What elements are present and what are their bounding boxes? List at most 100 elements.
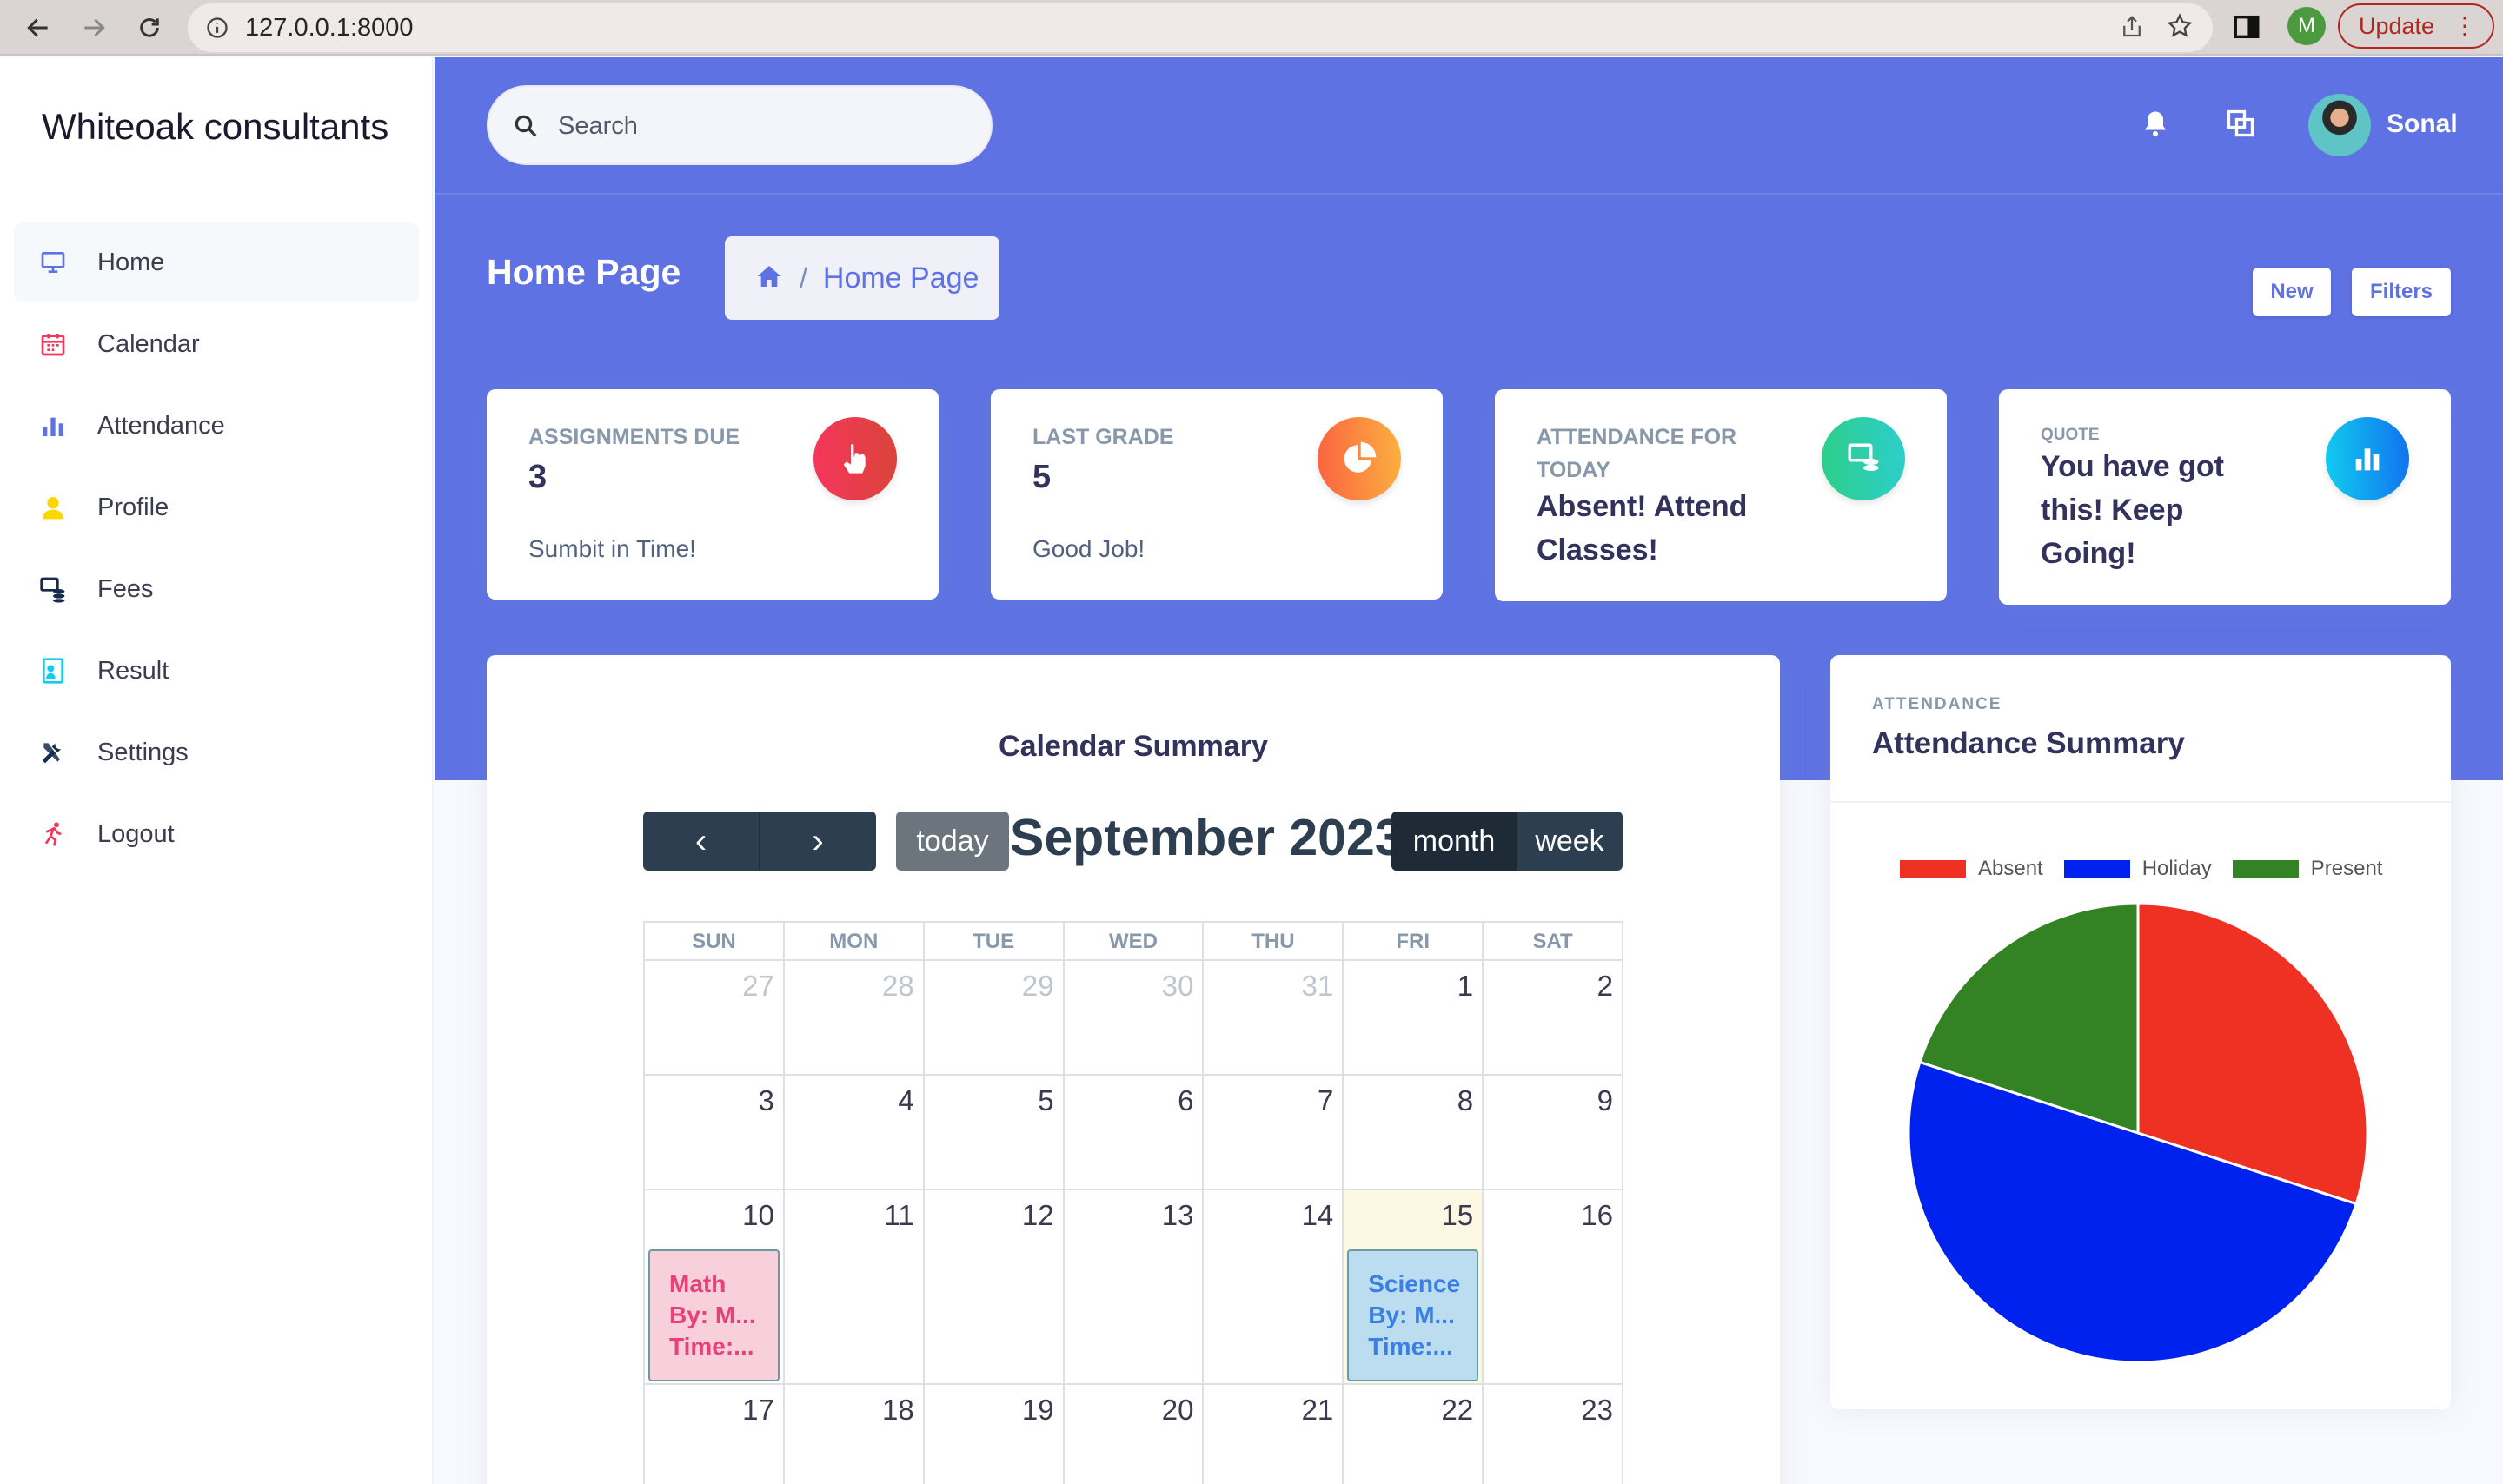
sidebar-item-profile[interactable]: Profile: [14, 467, 419, 547]
calendar-day[interactable]: 12: [925, 1190, 1065, 1383]
legend-item[interactable]: Present: [2232, 857, 2383, 881]
sidebar-item-result[interactable]: Result: [14, 631, 419, 711]
today-button[interactable]: today: [896, 812, 1009, 871]
breadcrumb-item[interactable]: Home Page: [823, 262, 979, 295]
sidebar-item-attendance[interactable]: Attendance: [14, 386, 419, 466]
search-input[interactable]: [558, 104, 958, 148]
clone-icon[interactable]: [2225, 108, 2256, 143]
day-number: 16: [1581, 1199, 1614, 1231]
calendar-day[interactable]: 23: [1484, 1385, 1622, 1484]
stat-card-attendance: Attendance for today Absent! Attend Clas…: [1495, 389, 1947, 601]
prev-month-button[interactable]: ‹: [643, 812, 760, 871]
weekday-label: SAT: [1532, 930, 1573, 953]
browser-profile-avatar[interactable]: M: [2287, 7, 2326, 45]
calendar-day[interactable]: 31: [1204, 961, 1344, 1074]
filters-button[interactable]: Filters: [2352, 268, 2451, 316]
update-button[interactable]: Update ⋮: [2338, 3, 2494, 49]
event-math[interactable]: Math By: M... Time:...: [648, 1249, 780, 1381]
event-time: Time:...: [669, 1333, 754, 1360]
day-number: 17: [742, 1394, 774, 1426]
calendar-day[interactable]: 5: [925, 1076, 1065, 1189]
money-check-icon: [1822, 417, 1905, 500]
calendar-day[interactable]: 10 Math By: M... Time:...: [645, 1190, 785, 1383]
legend-label: Absent: [1978, 857, 2043, 880]
calendar-day[interactable]: 21: [1204, 1385, 1344, 1484]
calendar-day[interactable]: 29: [925, 961, 1065, 1074]
day-number: 27: [742, 970, 774, 1002]
site-info-icon[interactable]: [205, 16, 229, 44]
stat-caption: Assignments Due: [528, 425, 740, 449]
calendar-day[interactable]: 2: [1484, 961, 1622, 1074]
calendar-day[interactable]: 19: [925, 1385, 1065, 1484]
reload-icon[interactable]: [127, 5, 172, 50]
calendar-day[interactable]: 11: [785, 1190, 925, 1383]
calendar-day[interactable]: 30: [1065, 961, 1205, 1074]
sidebar-item-label: Attendance: [97, 411, 225, 440]
search-icon: [513, 113, 539, 143]
day-number: 11: [884, 1199, 914, 1231]
day-number: 20: [1161, 1394, 1194, 1426]
month-view-button[interactable]: month: [1391, 812, 1517, 871]
weekday-label: MON: [785, 923, 925, 959]
bell-icon[interactable]: [2140, 108, 2171, 143]
sidebar-item-settings[interactable]: Settings: [14, 712, 419, 792]
calendar-day[interactable]: 17: [645, 1385, 785, 1484]
event-title: Math: [669, 1270, 727, 1297]
calendar-day[interactable]: 22: [1344, 1385, 1484, 1484]
day-number: 19: [1021, 1394, 1054, 1426]
week-view-button[interactable]: week: [1517, 812, 1623, 871]
user-name[interactable]: Sonal: [2387, 109, 2458, 139]
calendar-day[interactable]: 20: [1065, 1385, 1205, 1484]
next-month-button[interactable]: ›: [760, 812, 876, 871]
sidebar-item-label: Logout: [97, 819, 175, 848]
legend-label: Present: [2310, 857, 2383, 880]
calendar-day[interactable]: 3: [645, 1076, 785, 1189]
sidebar-item-home[interactable]: Home: [14, 222, 419, 302]
calendar-day[interactable]: 14: [1204, 1190, 1344, 1383]
legend-swatch: [1900, 860, 1966, 878]
side-panel-icon[interactable]: [2232, 12, 2261, 46]
calendar-day[interactable]: 27: [645, 961, 785, 1074]
calendar-week: 10 Math By: M... Time:... 11 12 13 14 15…: [643, 1190, 1623, 1385]
stat-value: Absent! Attend Classes!: [1537, 490, 1748, 566]
calendar-day[interactable]: 16: [1484, 1190, 1622, 1383]
stat-card-last-grade: Last Grade 5 Good Job!: [991, 389, 1443, 600]
new-button[interactable]: New: [2253, 268, 2331, 316]
day-number: 10: [742, 1199, 774, 1231]
calendar-day[interactable]: 18: [785, 1385, 925, 1484]
calendar-day[interactable]: 6: [1065, 1076, 1205, 1189]
calendar-day[interactable]: 8: [1344, 1076, 1484, 1189]
forward-icon[interactable]: [71, 5, 116, 50]
calendar-title: Calendar Summary: [999, 730, 1268, 763]
calendar-day[interactable]: 4: [785, 1076, 925, 1189]
legend-item[interactable]: Absent: [1900, 857, 2043, 881]
search-box[interactable]: [487, 85, 993, 165]
day-number: 6: [1178, 1084, 1194, 1116]
sidebar-item-fees[interactable]: Fees: [14, 549, 419, 629]
sidebar-item-calendar[interactable]: Calendar: [14, 304, 419, 384]
avatar[interactable]: [2308, 94, 2371, 156]
event-science[interactable]: Science By: M... Time:...: [1347, 1249, 1479, 1381]
calendar-card: Calendar Summary ‹ › today September 202…: [487, 655, 1780, 1484]
url-text[interactable]: 127.0.0.1:8000: [245, 14, 414, 43]
share-icon[interactable]: [2119, 14, 2145, 44]
update-label: Update: [2359, 12, 2435, 39]
home-icon[interactable]: [754, 262, 784, 295]
calendar-day[interactable]: 9: [1484, 1076, 1622, 1189]
sidebar-item-label: Settings: [97, 738, 189, 766]
calendar-day[interactable]: 28: [785, 961, 925, 1074]
sidebar-item-logout[interactable]: Logout: [14, 794, 419, 874]
legend-item[interactable]: Holiday: [2063, 857, 2212, 881]
calendar-day[interactable]: 13: [1065, 1190, 1205, 1383]
bookmark-star-icon[interactable]: [2166, 12, 2194, 44]
calendar-day[interactable]: 1: [1344, 961, 1484, 1074]
stat-value: You have got this! Keep Going!: [2041, 450, 2224, 570]
bar-chart-icon: [2326, 417, 2409, 500]
address-bar[interactable]: 127.0.0.1:8000: [188, 3, 2213, 52]
event-by: By: M...: [669, 1302, 756, 1328]
back-icon[interactable]: [16, 5, 61, 50]
day-number: 15: [1441, 1199, 1474, 1231]
calendar-nav: ‹ ›: [643, 812, 876, 871]
calendar-day[interactable]: 7: [1204, 1076, 1344, 1189]
calendar-day-today[interactable]: 15 Science By: M... Time:...: [1344, 1190, 1484, 1383]
